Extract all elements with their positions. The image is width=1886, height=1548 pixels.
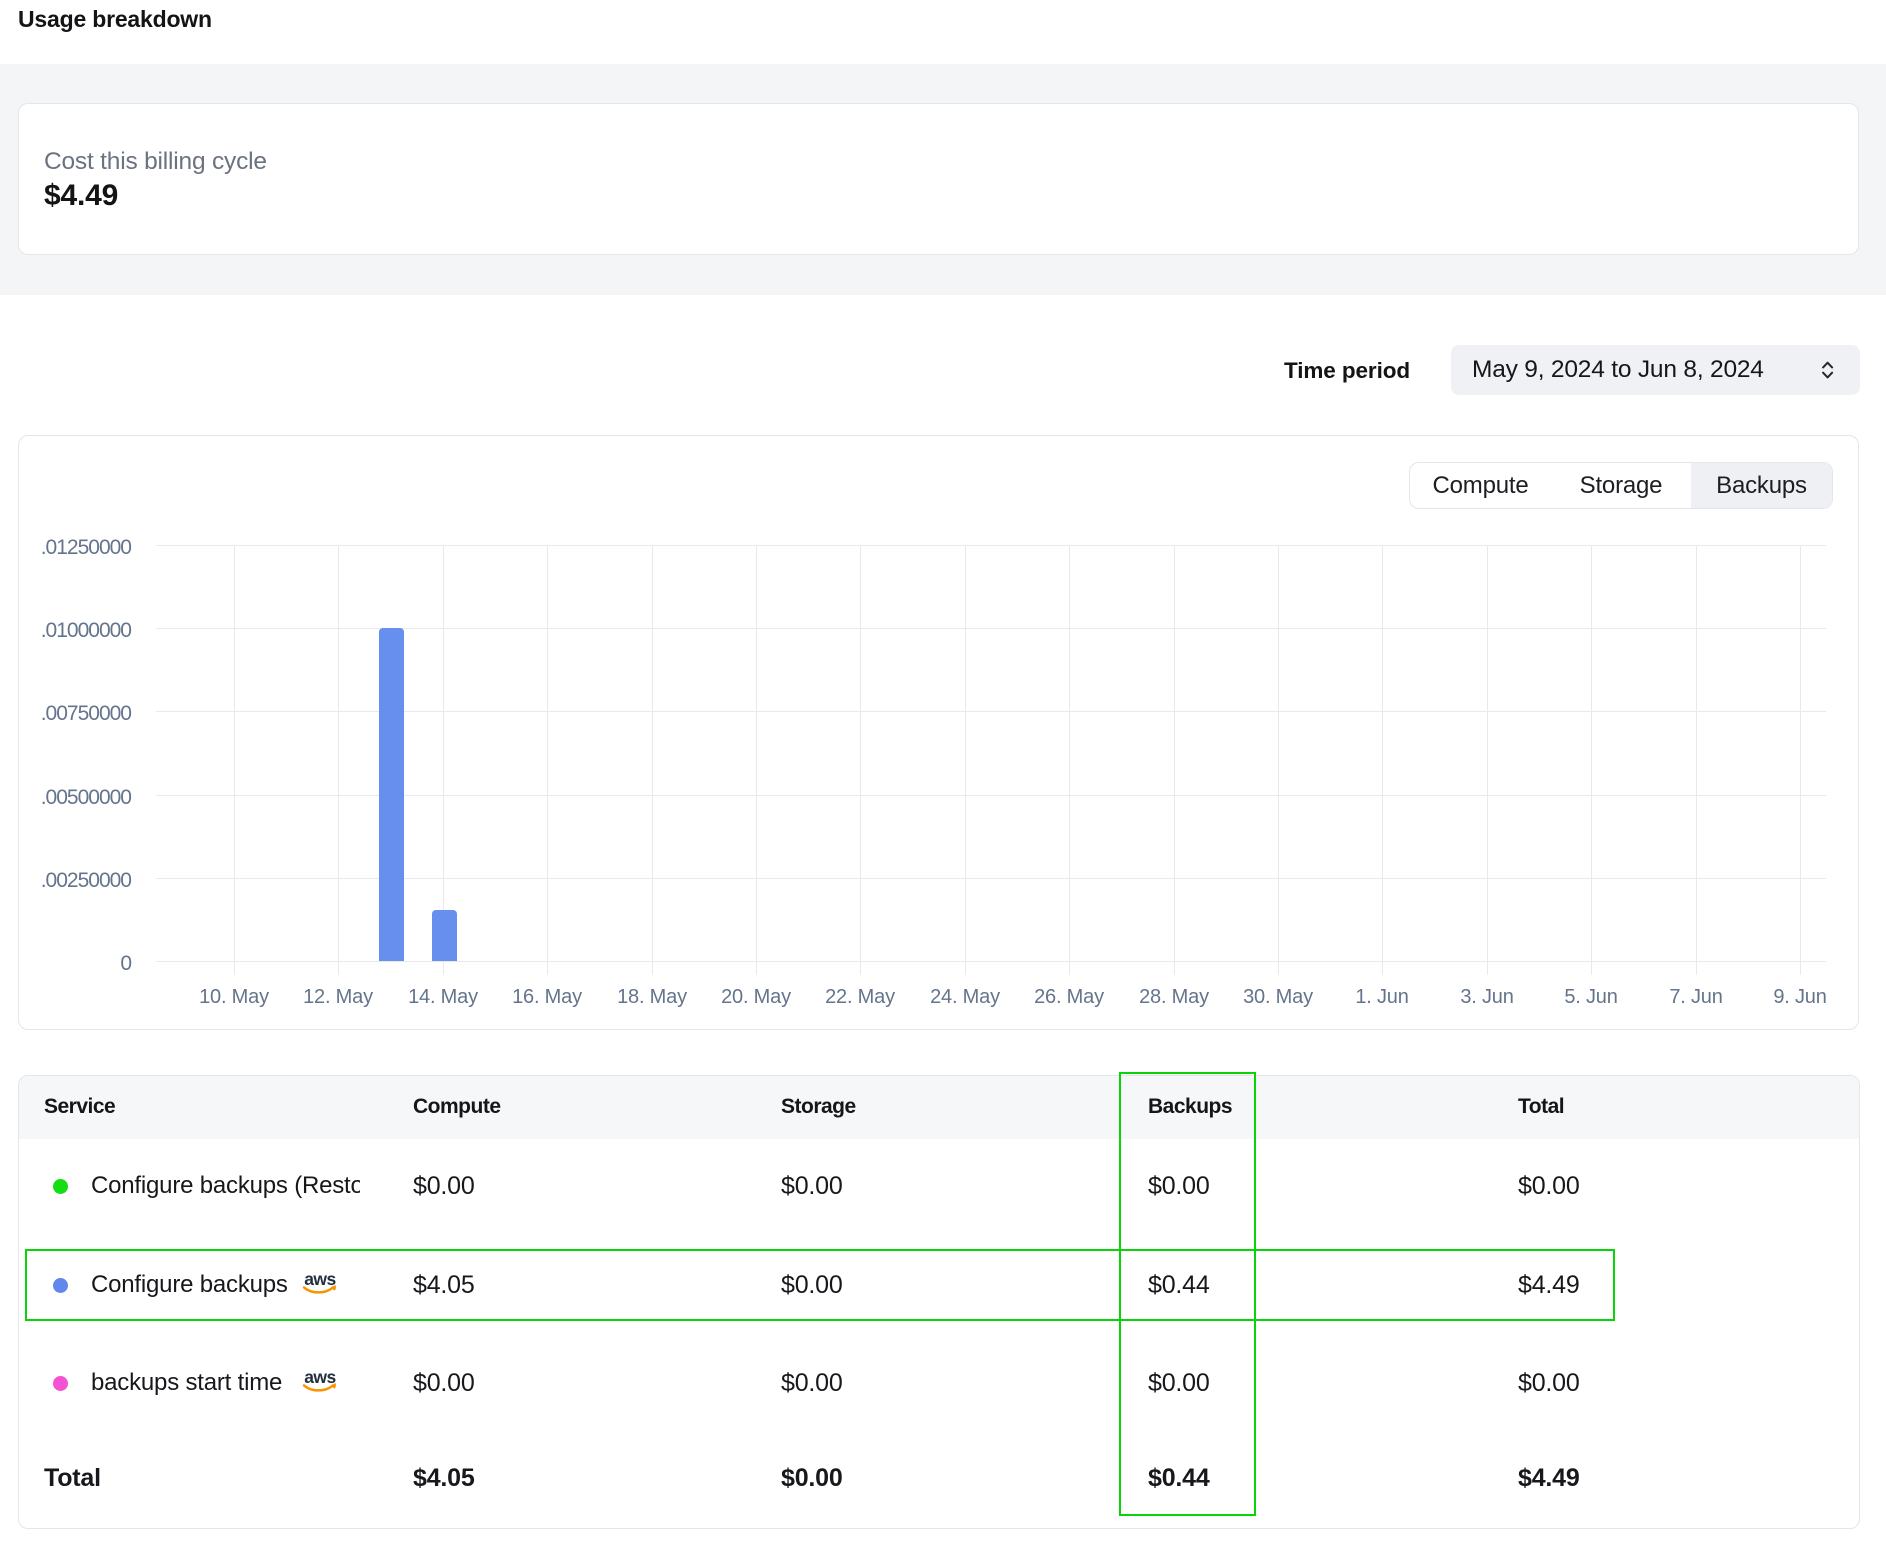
svg-text:aws: aws — [304, 1369, 336, 1387]
